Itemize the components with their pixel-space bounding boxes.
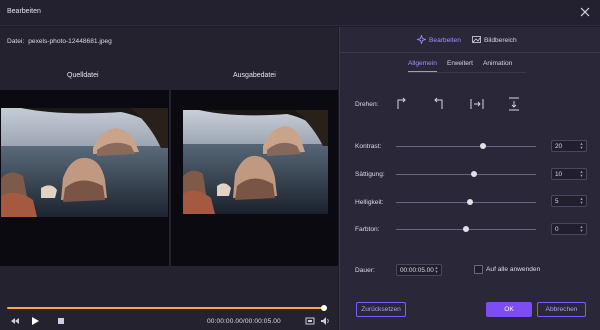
cancel-button[interactable]: Abbrechen xyxy=(537,302,586,317)
contrast-input[interactable]: 20 ▲ ▼ xyxy=(551,140,587,152)
apply-all-label[interactable]: Auf alle anwenden xyxy=(486,266,540,273)
tab-edit[interactable]: Bearbeiten xyxy=(416,34,461,46)
brightness-knob[interactable] xyxy=(467,199,474,205)
hue-label: Farbton: xyxy=(355,226,380,233)
flip-vertical-icon[interactable] xyxy=(507,97,521,111)
saturation-slider[interactable] xyxy=(396,171,536,177)
hue-spinner-icon[interactable]: ▲ ▼ xyxy=(579,225,584,233)
file-label: Datei: xyxy=(7,38,25,45)
time-display: 00:00:00.00/00:00:05.00 xyxy=(207,318,281,325)
rewind-icon[interactable] xyxy=(10,316,20,326)
brightness-input[interactable]: 5 ▲ ▼ xyxy=(551,195,587,207)
file-name: pexels-photo-12448681.jpeg xyxy=(28,38,112,45)
ok-button[interactable]: OK xyxy=(486,302,532,317)
tab-crop-label: Bildbereich xyxy=(484,37,517,44)
sub-tabs-divider xyxy=(408,72,526,73)
tab-edit-label: Bearbeiten xyxy=(429,37,461,44)
hue-knob[interactable] xyxy=(463,226,469,232)
duration-value: 00:00:05.00 xyxy=(400,267,434,274)
duration-input[interactable]: 00:00:05.00 ▲ ▼ xyxy=(396,264,442,276)
rotate-label: Drehen: xyxy=(355,101,379,108)
crop-icon xyxy=(472,35,481,46)
tab-crop[interactable]: Bildbereich xyxy=(472,35,517,46)
play-icon[interactable] xyxy=(30,316,40,326)
brightness-spinner-icon[interactable]: ▲ ▼ xyxy=(579,197,584,205)
apply-all-checkbox[interactable] xyxy=(474,265,483,274)
brightness-slider[interactable] xyxy=(396,199,536,205)
source-label: Quelldatei xyxy=(67,72,99,79)
title-bar: Bearbeiten xyxy=(0,0,600,26)
output-label: Ausgabedatei xyxy=(233,72,276,79)
hue-input[interactable]: 0 ▲ ▼ xyxy=(551,223,587,235)
contrast-slider[interactable] xyxy=(396,143,536,149)
duration-spinner-icon[interactable]: ▲ ▼ xyxy=(434,266,439,274)
preview-panel: Datei: pexels-photo-12448681.jpeg Quellda… xyxy=(0,27,338,330)
edit-icon xyxy=(416,34,427,46)
timeline-progress[interactable] xyxy=(7,305,327,311)
source-preview xyxy=(0,90,169,266)
contrast-knob[interactable] xyxy=(479,143,486,149)
saturation-value: 10 xyxy=(555,171,563,178)
screenshot-icon[interactable] xyxy=(305,316,315,326)
brightness-label: Helligkeit: xyxy=(355,199,384,206)
settings-panel: Bearbeiten Bildbereich Allgemein Erweite… xyxy=(339,27,600,330)
saturation-spinner-icon[interactable]: ▲ ▼ xyxy=(579,170,584,178)
reset-button[interactable]: Zurücksetzen xyxy=(356,302,406,317)
hue-value: 0 xyxy=(555,226,559,233)
brightness-value: 5 xyxy=(555,198,559,205)
flip-horizontal-icon[interactable] xyxy=(470,97,484,111)
hue-slider[interactable] xyxy=(396,226,536,232)
saturation-input[interactable]: 10 ▲ ▼ xyxy=(551,168,587,180)
tab-advanced[interactable]: Erweitert xyxy=(447,60,473,72)
rotate-right-icon[interactable] xyxy=(394,97,408,111)
sub-tabs: Allgemein Erweitert Animation xyxy=(408,60,512,72)
close-icon[interactable] xyxy=(578,5,592,19)
saturation-knob[interactable] xyxy=(471,171,478,177)
contrast-value: 20 xyxy=(555,143,563,150)
contrast-spinner-icon[interactable]: ▲ ▼ xyxy=(579,142,584,150)
timeline-handle[interactable] xyxy=(320,305,327,311)
window-title: Bearbeiten xyxy=(7,8,41,15)
tab-general[interactable]: Allgemein xyxy=(408,60,437,72)
source-image xyxy=(1,108,168,217)
duration-label: Dauer: xyxy=(355,267,375,274)
top-tabs: Bearbeiten Bildbereich xyxy=(340,27,600,53)
stop-icon[interactable] xyxy=(56,316,66,326)
output-preview xyxy=(171,90,338,266)
tab-animation[interactable]: Animation xyxy=(483,60,512,72)
output-image xyxy=(183,110,328,214)
volume-icon[interactable] xyxy=(320,316,330,326)
rotate-left-icon[interactable] xyxy=(432,97,446,111)
file-info: Datei: pexels-photo-12448681.jpeg xyxy=(7,38,112,45)
contrast-label: Kontrast: xyxy=(355,143,382,150)
saturation-label: Sättigung: xyxy=(355,171,385,178)
